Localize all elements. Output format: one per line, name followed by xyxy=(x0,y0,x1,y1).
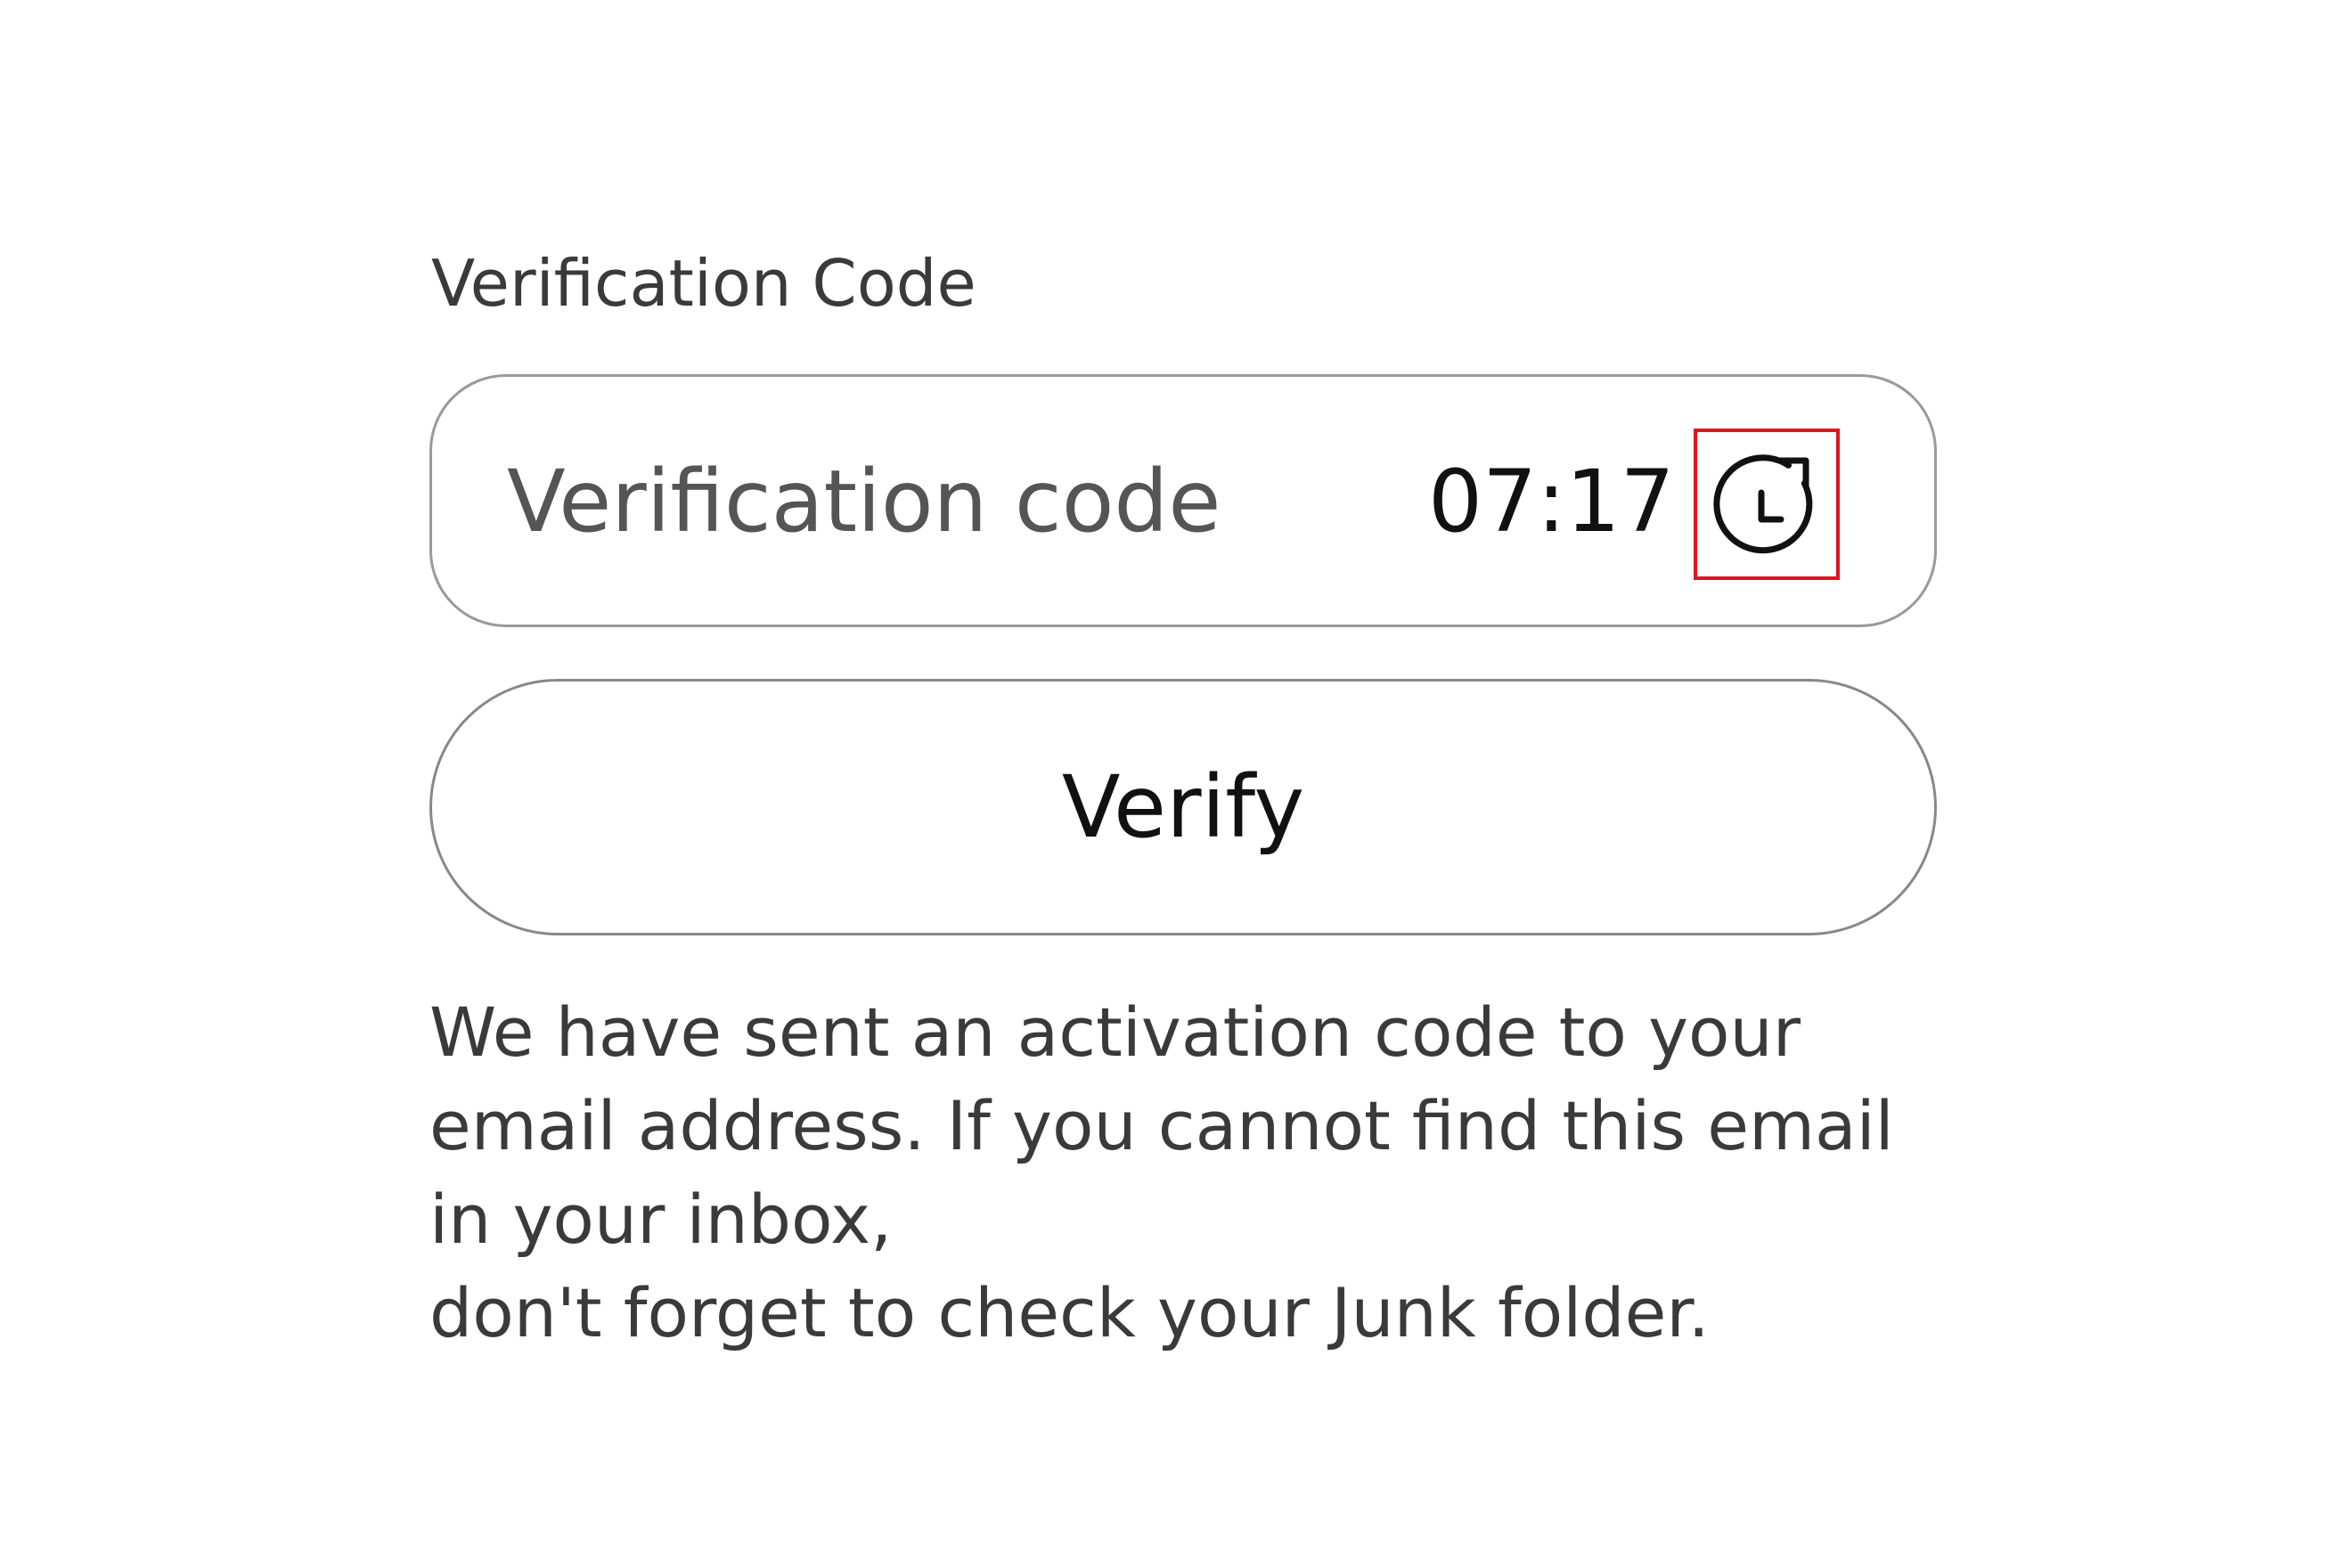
refresh-clock-icon xyxy=(1713,454,1813,554)
verify-button[interactable]: Verify xyxy=(429,679,1937,935)
info-line: email address. If you cannot find this e… xyxy=(429,1086,1894,1165)
info-line: We have sent an activation code to your xyxy=(429,992,1801,1072)
countdown-timer: 07:17 xyxy=(1428,452,1675,551)
verification-code-field: 07:17 xyxy=(429,374,1937,627)
info-line: don't forget to check your Junk folder. xyxy=(429,1273,1710,1352)
verification-code-input[interactable] xyxy=(507,439,1309,564)
verification-code-label: Verification Code xyxy=(431,246,976,321)
verification-form: Verification Code 07:17 Verify We have s… xyxy=(428,0,1942,1568)
resend-code-button[interactable] xyxy=(1694,429,1840,580)
activation-info-text: We have sent an activation code to your … xyxy=(429,985,1944,1360)
info-line: in your inbox, xyxy=(429,1180,893,1259)
